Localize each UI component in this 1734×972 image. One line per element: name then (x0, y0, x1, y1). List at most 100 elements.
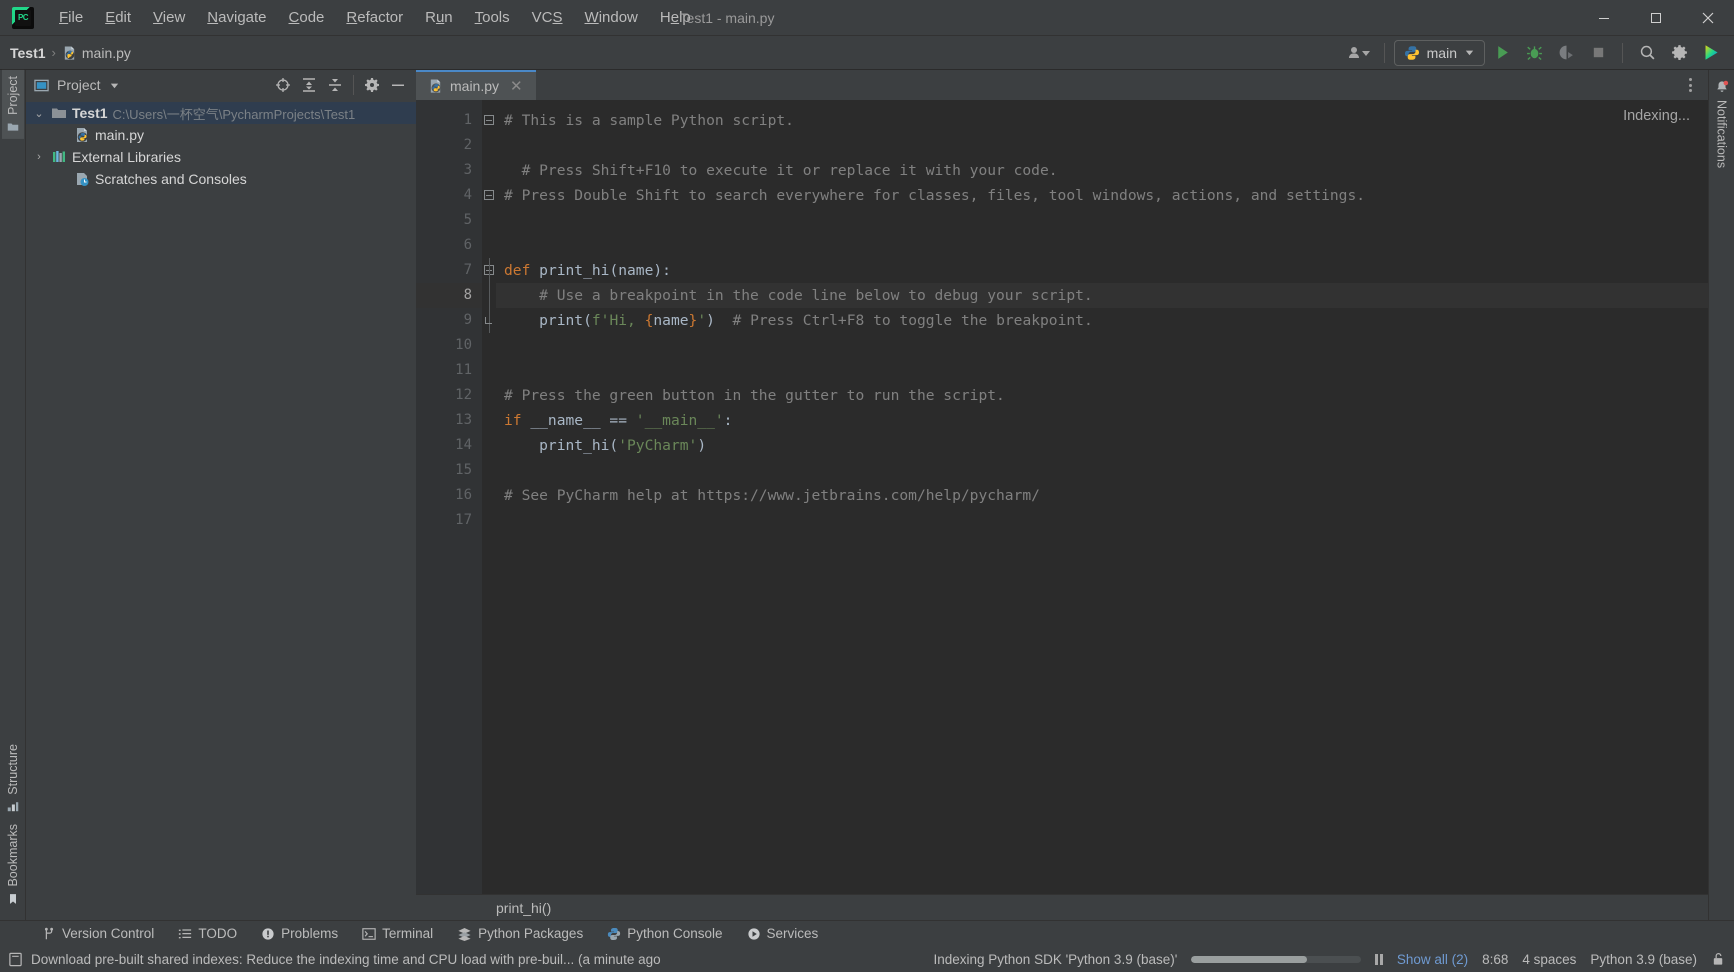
line-number[interactable]: 3 (416, 158, 482, 183)
fold-marker[interactable] (482, 358, 496, 383)
menu-item-run[interactable]: Run (414, 5, 464, 30)
ide-updates-button[interactable] (1696, 40, 1726, 66)
code-line[interactable] (496, 233, 1708, 258)
chevron-down-icon[interactable] (109, 80, 120, 91)
maximize-button[interactable] (1630, 0, 1682, 36)
run-configuration-selector[interactable]: main (1393, 39, 1485, 66)
code-line[interactable]: # See PyCharm help at https://www.jetbra… (496, 483, 1708, 508)
line-number[interactable]: 17 (416, 508, 482, 533)
tree-item-main-py[interactable]: main.py (26, 124, 416, 146)
write-access-icon[interactable] (1711, 951, 1726, 967)
stop-button[interactable] (1583, 40, 1613, 66)
pause-icon[interactable] (1375, 953, 1383, 965)
code-line[interactable]: print_hi('PyCharm') (496, 433, 1708, 458)
sidebar-item-structure[interactable]: Structure (2, 738, 24, 819)
line-number[interactable]: 5 (416, 208, 482, 233)
menu-item-tools[interactable]: Tools (464, 5, 521, 30)
line-number[interactable]: 12 (416, 383, 482, 408)
code-line[interactable] (496, 333, 1708, 358)
indent-setting[interactable]: 4 spaces (1522, 952, 1576, 967)
chevron-right-icon[interactable]: › (32, 151, 46, 163)
code-line[interactable]: # Press the green button in the gutter t… (496, 383, 1708, 408)
code-line[interactable] (496, 458, 1708, 483)
run-with-coverage-button[interactable] (1551, 40, 1581, 66)
status-message[interactable]: Download pre-built shared indexes: Reduc… (31, 952, 661, 967)
more-options-icon[interactable] (1683, 72, 1698, 98)
line-number[interactable]: 1 (416, 108, 482, 133)
fold-collapse-icon[interactable] (484, 190, 494, 200)
close-icon[interactable]: ✕ (506, 77, 523, 95)
fold-marker[interactable] (482, 108, 496, 133)
collapse-all-button[interactable] (323, 74, 347, 96)
fold-marker[interactable] (482, 183, 496, 208)
code-line[interactable]: # This is a sample Python script. (496, 108, 1708, 133)
fold-marker[interactable] (482, 458, 496, 483)
line-number[interactable]: 6 (416, 233, 482, 258)
search-everywhere-button[interactable] (1632, 40, 1662, 66)
fold-marker[interactable] (482, 283, 496, 308)
tree-item-test1[interactable]: ⌄ Test1 C:\Users\一杯空气\PycharmProjects\Te… (26, 102, 416, 124)
bottom-item-services[interactable]: Services (735, 923, 831, 944)
project-panel-title-group[interactable]: Project (34, 77, 120, 93)
editor-breadcrumb[interactable]: print_hi() (416, 894, 1708, 920)
code-line[interactable]: print(f'Hi, {name}') # Press Ctrl+F8 to … (496, 308, 1708, 333)
menu-item-edit[interactable]: Edit (94, 5, 142, 30)
fold-marker[interactable] (482, 258, 496, 283)
line-number[interactable]: 11 (416, 358, 482, 383)
fold-marker[interactable] (482, 233, 496, 258)
menu-item-view[interactable]: View (142, 5, 196, 30)
code-line[interactable]: # Press Double Shift to search everywher… (496, 183, 1708, 208)
code-content[interactable]: # This is a sample Python script. # Pres… (496, 100, 1708, 894)
fold-marker[interactable] (482, 408, 496, 433)
fold-marker[interactable] (482, 133, 496, 158)
fold-marker[interactable] (482, 483, 496, 508)
menu-item-refactor[interactable]: Refactor (335, 5, 414, 30)
menu-item-help[interactable]: Help (649, 5, 702, 30)
fold-marker[interactable] (482, 433, 496, 458)
line-number[interactable]: 15 (416, 458, 482, 483)
expand-all-button[interactable] (297, 74, 321, 96)
menu-item-code[interactable]: Code (278, 5, 336, 30)
breadcrumb-file[interactable]: main.py (62, 45, 131, 61)
event-log-icon[interactable] (8, 952, 23, 967)
show-all-link[interactable]: Show all (2) (1397, 952, 1468, 967)
editor-tab-main-py[interactable]: main.py ✕ (416, 70, 536, 100)
code-line[interactable]: if __name__ == '__main__': (496, 408, 1708, 433)
select-opened-file-button[interactable] (271, 74, 295, 96)
code-line[interactable]: # Press Shift+F10 to execute it or repla… (496, 158, 1708, 183)
line-number[interactable]: 16 (416, 483, 482, 508)
code-folding-column[interactable] (482, 100, 496, 894)
menu-item-vcs[interactable]: VCS (521, 5, 574, 30)
line-number[interactable]: 2 (416, 133, 482, 158)
bottom-item-version-control[interactable]: Version Control (30, 923, 166, 944)
fold-marker[interactable] (482, 208, 496, 233)
line-number[interactable]: 10 (416, 333, 482, 358)
fold-marker[interactable] (482, 333, 496, 358)
code-line[interactable] (496, 358, 1708, 383)
fold-marker[interactable] (482, 383, 496, 408)
line-number[interactable]: 7 (416, 258, 482, 283)
fold-marker[interactable] (482, 158, 496, 183)
hide-panel-button[interactable] (386, 74, 410, 96)
line-number[interactable]: 13 (416, 408, 482, 433)
chevron-down-icon[interactable]: ⌄ (32, 107, 46, 120)
fold-marker[interactable] (482, 508, 496, 533)
bottom-item-python-packages[interactable]: Python Packages (445, 923, 595, 944)
menu-item-navigate[interactable]: Navigate (196, 5, 277, 30)
close-button[interactable] (1682, 0, 1734, 36)
caret-position[interactable]: 8:68 (1482, 952, 1508, 967)
code-line[interactable]: def print_hi(name): (496, 258, 1708, 283)
bottom-item-problems[interactable]: Problems (249, 923, 350, 944)
menu-item-file[interactable]: File (48, 5, 94, 30)
code-line[interactable] (496, 133, 1708, 158)
tree-item-external-libraries[interactable]: › External Libraries (26, 146, 416, 168)
code-line[interactable] (496, 508, 1708, 533)
code-editor[interactable]: 1 2 3 4 5 6 7 8 9 10 11 12 13 14 15 16 17 # This is a sa… (416, 100, 1708, 894)
debug-button[interactable] (1519, 40, 1549, 66)
line-number[interactable]: 4 (416, 183, 482, 208)
breadcrumb-project[interactable]: Test1 (10, 45, 46, 61)
account-button[interactable] (1345, 40, 1375, 66)
code-line[interactable]: # Use a breakpoint in the code line belo… (496, 283, 1708, 308)
bottom-item-python-console[interactable]: Python Console (595, 923, 734, 944)
code-line[interactable] (496, 208, 1708, 233)
